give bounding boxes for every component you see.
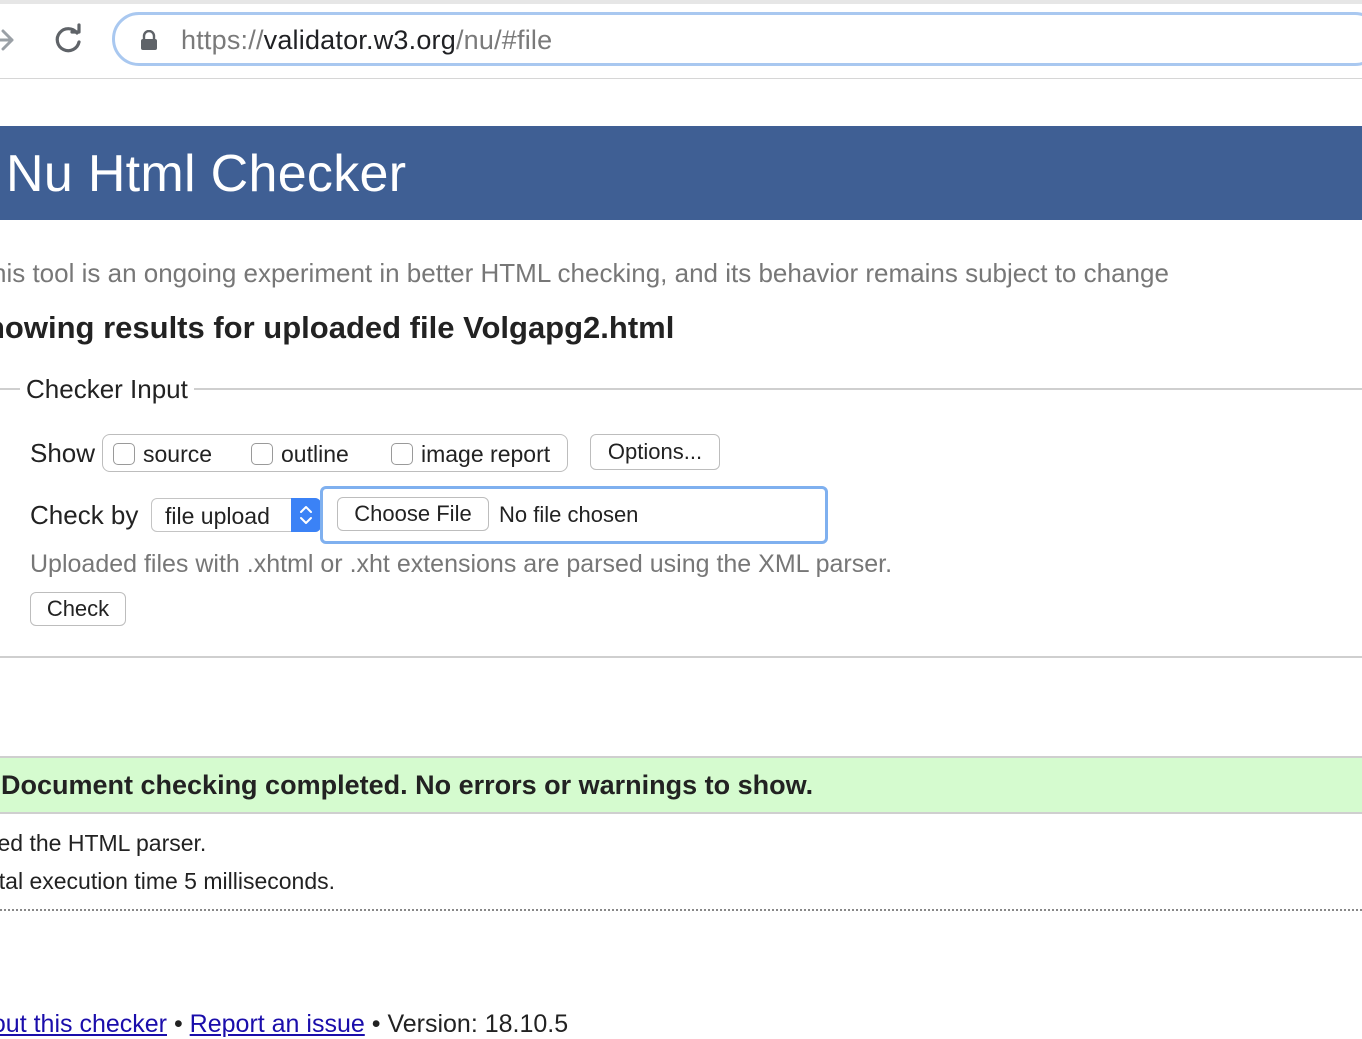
source-checkbox-label: source — [143, 440, 213, 467]
image-report-checkbox[interactable] — [391, 443, 413, 465]
show-source-option[interactable]: source — [113, 440, 213, 467]
footer-separator: • — [371, 1010, 381, 1038]
footer-separator: • — [173, 1010, 183, 1038]
check-by-select[interactable]: file upload — [151, 498, 321, 532]
page-header: Nu Html Checker — [0, 126, 1362, 220]
select-arrows[interactable] — [291, 498, 321, 532]
upload-note: Uploaded files with .xhtml or .xht exten… — [30, 550, 893, 578]
outline-checkbox[interactable] — [251, 443, 273, 465]
success-message-bar: Document checking completed. No errors o… — [0, 756, 1362, 814]
address-bar[interactable]: https://validator.w3.org/nu/#file — [112, 12, 1362, 66]
about-checker-link[interactable]: bout this checker — [0, 1010, 167, 1038]
toolbar-top-edge — [0, 0, 1362, 4]
outline-checkbox-label: outline — [281, 440, 349, 467]
dotted-divider — [0, 909, 1362, 911]
choose-file-button[interactable]: Choose File — [337, 497, 489, 531]
forward-button[interactable] — [0, 22, 20, 58]
reload-button[interactable] — [50, 22, 86, 58]
url-scheme: https:// — [181, 25, 264, 55]
results-heading: howing results for uploaded file Volgapg… — [0, 310, 675, 345]
page-title: Nu Html Checker — [6, 145, 407, 203]
report-issue-link[interactable]: Report an issue — [190, 1010, 365, 1038]
success-message: Document checking completed. No errors o… — [1, 770, 814, 800]
version-text: Version: 18.10.5 — [387, 1010, 569, 1038]
tagline: his tool is an ongoing experiment in bet… — [0, 258, 1169, 288]
updown-chevron-icon — [300, 506, 312, 524]
file-input[interactable]: Choose File No file chosen — [320, 486, 828, 544]
url-host: validator.w3.org — [263, 25, 456, 55]
file-status-text: No file chosen — [499, 502, 639, 527]
show-outline-option[interactable]: outline — [251, 440, 349, 467]
check-by-selected-value: file upload — [165, 503, 270, 529]
check-by-label: Check by — [30, 500, 139, 530]
source-checkbox[interactable] — [113, 443, 135, 465]
options-button[interactable]: Options... — [590, 434, 720, 470]
arrow-right-icon — [0, 29, 14, 51]
show-image-report-option[interactable]: image report — [391, 440, 551, 467]
checker-input-fieldset: Checker Input Show source outline image … — [0, 374, 1362, 658]
lock-icon — [141, 30, 157, 50]
footer: bout this checker • Report an issue • Ve… — [0, 1010, 568, 1039]
checker-input-legend: Checker Input — [20, 374, 194, 405]
url-text[interactable]: https://validator.w3.org/nu/#file — [181, 25, 552, 56]
reload-icon — [55, 23, 81, 53]
show-options-group: source outline image report — [102, 434, 568, 472]
check-button[interactable]: Check — [30, 592, 126, 626]
image-report-checkbox-label: image report — [421, 440, 551, 467]
show-label: Show — [30, 438, 96, 468]
execution-time-info: otal execution time 5 milliseconds. — [0, 868, 335, 894]
url-path: /nu/#file — [455, 25, 553, 55]
browser-toolbar: https://validator.w3.org/nu/#file — [0, 0, 1362, 79]
parser-info: sed the HTML parser. — [0, 830, 207, 856]
